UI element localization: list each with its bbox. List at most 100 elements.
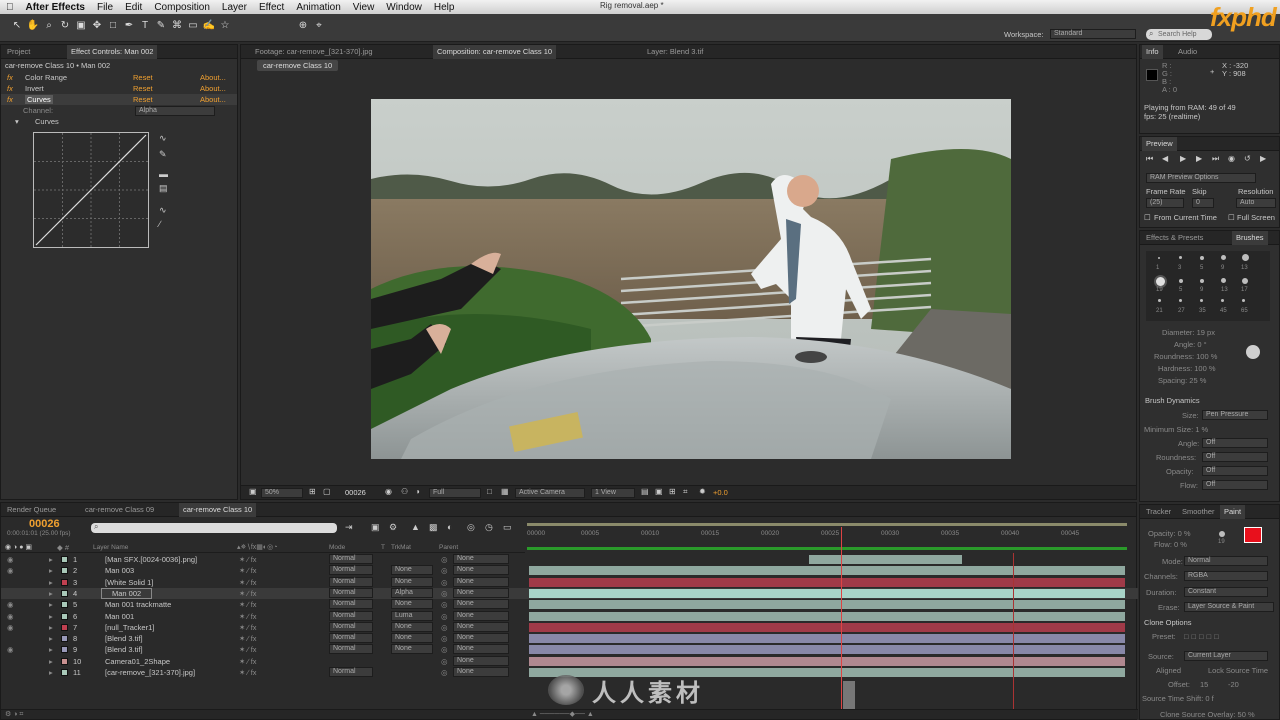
layer-row[interactable]: ▸ 3 [White Solid 1] ✶ ∕ fx Normal None ◎ None	[1, 576, 1138, 588]
layer-label-color[interactable]	[61, 635, 68, 643]
layer-switches[interactable]: ✶ ∕ fx	[239, 555, 257, 564]
effect-reset-button[interactable]: Reset	[133, 73, 153, 82]
layer-row[interactable]: ◉ ▸ 5 Man 001 trackmatte ✶ ∕ fx Normal None ◎ No…	[1, 599, 1138, 610]
pick-whip-icon[interactable]: ◎	[441, 566, 448, 575]
mask-visibility-icon[interactable]: ▢	[323, 487, 331, 496]
tab-preview[interactable]: Preview	[1142, 137, 1177, 151]
app-menu[interactable]: After Effects	[20, 2, 91, 13]
layer-mode-select[interactable]: Normal	[329, 554, 373, 564]
skip-select[interactable]: 0	[1192, 198, 1214, 208]
play-icon[interactable]: ▶	[1180, 154, 1186, 163]
duration-select[interactable]: Constant	[1184, 587, 1268, 597]
layer-switches[interactable]: ✶ ∕ fx	[239, 600, 257, 609]
layer-visibility-icon[interactable]: ◉	[7, 600, 14, 609]
menu-effect[interactable]: Effect	[253, 2, 290, 13]
angle-value[interactable]: Angle: 0 °	[1174, 340, 1207, 349]
layer-trkmat-select[interactable]: None	[391, 633, 433, 644]
layer-label-color[interactable]	[61, 589, 68, 597]
toggle-pixel-aspect-icon[interactable]: ▤	[641, 487, 649, 496]
pan-behind-tool-icon[interactable]: ✥	[90, 18, 104, 34]
clone-source-overlay-value[interactable]: Clone Source Overlay: 50 %	[1160, 710, 1255, 719]
col-mode[interactable]: Mode	[329, 544, 345, 551]
pick-whip-icon[interactable]: ◎	[441, 657, 448, 666]
layer-label-color[interactable]	[61, 657, 68, 665]
layer-row[interactable]: ◉ ▸ 6 Man 001 ✶ ∕ fx Normal Luma ◎ None	[1, 610, 1138, 622]
ram-preview-options-select[interactable]: RAM Preview Options	[1146, 173, 1256, 183]
transparency-grid-icon[interactable]: ▦	[501, 487, 509, 496]
safe-zones-icon[interactable]: ⊞	[309, 487, 316, 496]
layer-parent-select[interactable]: None	[453, 576, 509, 587]
minimum-size-value[interactable]: Minimum Size: 1 %	[1144, 425, 1208, 434]
rotate-tool-icon[interactable]: ↻	[58, 18, 72, 34]
pick-whip-icon[interactable]: ◎	[441, 612, 448, 621]
tab-effect-controls[interactable]: Effect Controls: Man 002	[67, 45, 158, 59]
show-snapshot-icon[interactable]: ⚇	[401, 487, 408, 496]
layer-expand-icon[interactable]: ▸	[49, 668, 53, 677]
clone-stamp-tool-icon[interactable]: ⌘	[170, 18, 184, 34]
layer-expand-icon[interactable]: ▸	[49, 589, 53, 598]
layer-visibility-icon[interactable]: ◉	[7, 555, 14, 564]
layer-trkmat-select[interactable]: Alpha	[391, 587, 433, 598]
layer-name[interactable]: [Blend 3.tif]	[105, 645, 143, 654]
frame-rate-select[interactable]: (25)	[1146, 198, 1184, 208]
menu-animation[interactable]: Animation	[290, 2, 346, 13]
effect-about-button[interactable]: About...	[200, 95, 226, 104]
current-time-indicator[interactable]	[841, 527, 842, 717]
spacing-value[interactable]: Spacing: 25 %	[1158, 376, 1206, 385]
pen-tool-icon[interactable]: ✒	[122, 18, 136, 34]
layer-label-color[interactable]	[61, 669, 68, 676]
eraser-tool-icon[interactable]: ▭	[186, 18, 200, 34]
layer-mode-select[interactable]: Normal	[329, 576, 373, 587]
menu-window[interactable]: Window	[380, 2, 428, 13]
layer-switches[interactable]: ✶ ∕ fx	[239, 634, 257, 643]
tab-layer[interactable]: Layer: Blend 3.tif	[643, 45, 707, 59]
layer-name[interactable]: Man 001	[105, 612, 134, 621]
layer-mode-select[interactable]: Normal	[329, 565, 373, 576]
render-icon[interactable]: ▭	[503, 522, 512, 533]
checkbox-icon[interactable]: ☐	[1228, 213, 1235, 222]
layer-name[interactable]: [null_Tracker1]	[105, 623, 154, 632]
view-layout-select[interactable]: 1 View	[591, 488, 635, 498]
tab-tracker[interactable]: Tracker	[1142, 505, 1175, 519]
layer-row[interactable]: ◉ ▸ 2 Man 003 ✶ ∕ fx Normal None ◎ None	[1, 565, 1138, 576]
layer-parent-select[interactable]: None	[453, 610, 509, 621]
layer-duration-bar[interactable]	[529, 645, 1125, 655]
axis-mode-icon[interactable]: ⊕	[296, 18, 310, 34]
tab-project[interactable]: Project	[3, 45, 34, 59]
selection-tool-icon[interactable]: ↖	[10, 18, 24, 34]
magnification-select[interactable]: 50%	[261, 488, 303, 498]
puppet-tool-icon[interactable]: ☆	[218, 18, 232, 34]
zoom-tool-icon[interactable]: ⌕	[42, 18, 56, 34]
last-frame-icon[interactable]: ⏭	[1212, 154, 1219, 164]
layer-row[interactable]: ▸ 8 [Blend 3.tif] ✶ ∕ fx Normal None ◎ None	[1, 633, 1138, 644]
pick-whip-icon[interactable]: ◎	[441, 578, 448, 587]
pick-whip-icon[interactable]: ◎	[441, 623, 448, 632]
layer-trkmat-select[interactable]: None	[391, 644, 433, 655]
dynamics-size-select[interactable]: Pen Pressure	[1202, 410, 1268, 420]
layer-name[interactable]: Man 001 trackmatte	[105, 600, 171, 609]
layer-row[interactable]: ◉ ▸ 9 [Blend 3.tif] ✶ ∕ fx Normal None ◎ None	[1, 644, 1138, 655]
layer-expand-icon[interactable]: ▸	[49, 566, 53, 575]
layer-parent-select[interactable]: None	[453, 587, 509, 598]
draft-3d-icon[interactable]: ⚙	[389, 522, 397, 533]
layer-switches[interactable]: ✶ ∕ fx	[239, 657, 257, 666]
layer-name[interactable]: [White Solid 1]	[105, 578, 153, 587]
layer-expand-icon[interactable]: ▸	[49, 623, 53, 632]
exposure-value[interactable]: +0.0	[713, 488, 728, 497]
col-trkmat[interactable]: TrkMat	[391, 544, 411, 551]
exposure-reset-icon[interactable]: ✹	[699, 487, 706, 496]
apple-icon[interactable]: 	[0, 2, 20, 13]
layer-mode-select[interactable]: Normal	[329, 587, 373, 598]
footer-toggles-icon[interactable]: ⚙ ◑ ⌗	[5, 710, 23, 719]
layer-name[interactable]: Man 002	[101, 587, 153, 599]
paint-opacity[interactable]: Opacity: 0 %	[1148, 529, 1191, 538]
layer-duration-bar[interactable]	[529, 600, 1125, 610]
hardness-value[interactable]: Hardness: 100 %	[1158, 364, 1216, 373]
tab-composition[interactable]: Composition: car-remove Class 10	[433, 45, 557, 59]
paint-flow[interactable]: Flow: 0 %	[1154, 540, 1187, 549]
pencil-tool-icon[interactable]: ✎	[159, 149, 167, 160]
hand-tool-icon[interactable]: ✋	[26, 18, 40, 34]
camera-tool-icon[interactable]: ▣	[74, 18, 88, 34]
open-folder-icon[interactable]: ▬	[159, 169, 168, 179]
work-area-bar[interactable]	[527, 523, 1127, 526]
